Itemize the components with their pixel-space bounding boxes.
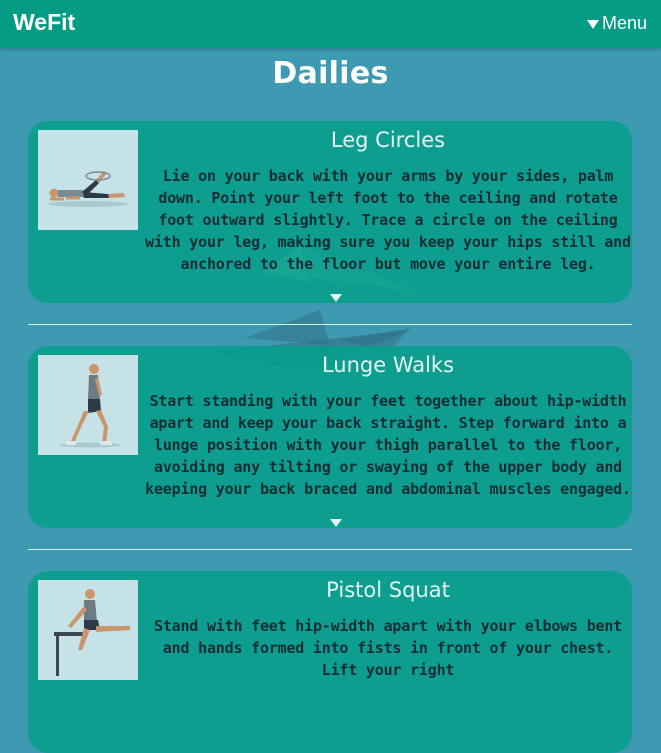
divider (28, 549, 632, 550)
exercise-card[interactable]: Pistol Squat Stand with feet hip-width a… (28, 571, 632, 753)
brand-logo[interactable]: WeFit (13, 9, 75, 36)
exercise-description: Stand with feet hip-width apart with you… (153, 617, 623, 679)
expand-chevron-icon[interactable] (330, 294, 342, 302)
page-title: Dailies (272, 56, 389, 91)
top-bar: WeFit Menu (0, 0, 661, 48)
expand-chevron-icon[interactable] (330, 519, 342, 527)
exercise-image (38, 580, 138, 680)
menu-label: Menu (601, 13, 647, 33)
exercise-description: Lie on your back with your arms by your … (145, 167, 631, 273)
divider (28, 324, 632, 325)
exercise-title: Pistol Squat (326, 578, 450, 602)
leg-circles-figure-icon (48, 171, 128, 207)
lunge-walks-figure-icon (60, 364, 120, 448)
exercise-title: Leg Circles (330, 128, 446, 152)
caret-down-icon (586, 19, 599, 29)
pistol-squat-figure-icon (54, 589, 130, 676)
exercise-card[interactable]: Leg Circles Lie on your back with your a… (28, 121, 632, 303)
exercise-description: Start standing with your feet together a… (145, 392, 631, 498)
exercise-image (38, 130, 138, 230)
exercise-image (38, 355, 138, 455)
exercise-card[interactable]: Lunge Walks Start standing with your fee… (28, 346, 632, 528)
exercise-title: Lunge Walks (321, 353, 455, 377)
menu-button[interactable]: Menu (586, 13, 647, 34)
